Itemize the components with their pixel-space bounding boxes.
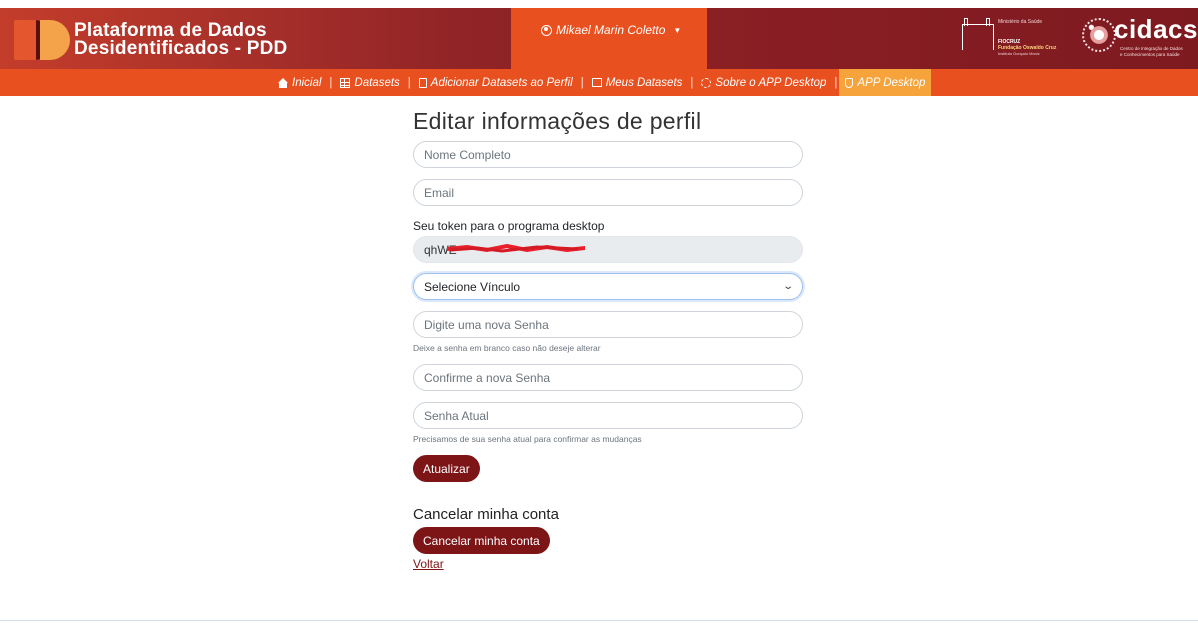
full-name-placeholder: Nome Completo <box>424 147 511 162</box>
nav-item-datasets[interactable]: Datasets <box>334 69 405 96</box>
shield-icon <box>845 77 854 88</box>
nav-item-inicial[interactable]: Inicial <box>272 69 327 96</box>
vinculo-select-value: Selecione Vínculo <box>424 279 521 294</box>
file-icon <box>418 77 427 88</box>
email-input[interactable]: Email <box>413 179 803 206</box>
token-label: Seu token para o programa desktop <box>413 219 605 233</box>
confirm-password-input[interactable]: Confirme a nova Senha <box>413 364 803 391</box>
confirm-password-placeholder: Confirme a nova Senha <box>424 370 551 385</box>
current-password-input[interactable]: Senha Atual <box>413 402 803 429</box>
back-link[interactable]: Voltar <box>413 557 444 571</box>
pencil-icon <box>591 78 602 87</box>
update-button[interactable]: Atualizar <box>413 455 480 482</box>
top-header: Plataforma de Dados Desidentificados - P… <box>0 8 1198 69</box>
home-icon <box>278 77 288 88</box>
ministry-fiocruz-logo: Ministério da Saúde FIOCRUZ Fundação Osw… <box>960 16 1070 62</box>
nav-label: APP Desktop <box>857 76 926 89</box>
cidacs-wordmark: cidacs <box>1114 14 1198 44</box>
cancel-account-title: Cancelar minha conta <box>413 506 559 523</box>
full-name-input[interactable]: Nome Completo <box>413 141 803 168</box>
nav-item-meus-datasets[interactable]: Meus Datasets <box>586 69 689 96</box>
footer-divider <box>0 620 1198 621</box>
table-icon <box>340 77 351 88</box>
nav-item-app-desktop[interactable]: APP Desktop <box>839 69 932 96</box>
nav-label: Adicionar Datasets ao Perfil <box>430 76 573 89</box>
cancel-account-button[interactable]: Cancelar minha conta <box>413 527 550 554</box>
current-password-help: Precisamos de sua senha atual para confi… <box>413 434 642 444</box>
cidacs-subtitle-1: Centro de Integração de Dados <box>1120 46 1183 51</box>
user-menu[interactable]: Mikael Marin Coletto ▼ <box>511 8 707 69</box>
pdd-logo-icon <box>14 18 70 62</box>
ministry-text: Ministério da Saúde <box>998 19 1043 25</box>
nav-separator: | <box>834 76 838 89</box>
nav-separator: | <box>690 76 694 89</box>
user-circle-icon <box>541 24 552 36</box>
new-password-input[interactable]: Digite uma nova Senha <box>413 311 803 338</box>
user-name: Mikael Marin Coletto <box>556 23 666 37</box>
current-password-placeholder: Senha Atual <box>424 408 489 423</box>
cidacs-subtitle-2: e Conhecimentos para Saúde <box>1120 52 1180 57</box>
email-placeholder: Email <box>424 185 455 200</box>
caret-down-icon: ▼ <box>673 25 682 35</box>
nav-item-adicionar-datasets[interactable]: Adicionar Datasets ao Perfil <box>413 69 579 96</box>
chevron-down-icon: ⌄ <box>781 281 794 292</box>
nav-separator: | <box>407 76 411 89</box>
brand-title-line2: Desidentificados - PDD <box>74 38 288 59</box>
brand-title: Plataforma de Dados Desidentificados - P… <box>74 21 288 59</box>
new-password-help: Deixe a senha em branco caso não deseje … <box>413 343 601 353</box>
new-password-placeholder: Digite uma nova Senha <box>424 317 549 332</box>
nav-label: Datasets <box>354 76 400 89</box>
nav-label: Sobre o APP Desktop <box>715 76 827 89</box>
brand-logo[interactable]: Plataforma de Dados Desidentificados - P… <box>14 18 287 62</box>
user-dropdown-toggle[interactable]: Mikael Marin Coletto ▼ <box>541 23 681 37</box>
vinculo-select[interactable]: Selecione Vínculo ⌄ <box>413 273 803 300</box>
cidacs-logo: cidacs Centro de Integração de Dados e C… <box>1080 14 1197 62</box>
profile-edit-form: Editar informações de perfil Nome Comple… <box>413 108 805 573</box>
nav-separator: | <box>329 76 333 89</box>
nav-item-sobre-app[interactable]: Sobre o APP Desktop <box>695 69 832 96</box>
gear-icon <box>701 77 712 88</box>
page-title: Editar informações de perfil <box>413 108 702 134</box>
redaction-scribble <box>447 244 585 253</box>
main-nav: Inicial | Datasets | Adicionar Datasets … <box>0 69 1198 96</box>
nav-label: Inicial <box>292 76 322 89</box>
instituto-text: Instituto Gonçalo Moniz <box>998 51 1040 56</box>
nav-label: Meus Datasets <box>605 76 683 89</box>
nav-separator: | <box>580 76 584 89</box>
